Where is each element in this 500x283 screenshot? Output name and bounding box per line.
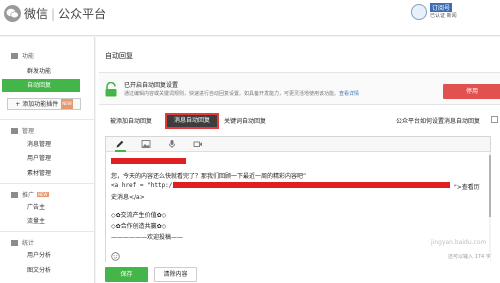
new-badge: NEW bbox=[37, 192, 49, 197]
auto-reply-status-box: 已开启自动回复设置 通过编辑内容或关键词规则，快速进行自动回复设置。如具备开发能… bbox=[99, 72, 500, 105]
sidebar-item-materials[interactable]: 素材管理 bbox=[0, 167, 94, 180]
tab-added-reply[interactable]: 被添加自动回复 bbox=[110, 116, 152, 125]
image-icon[interactable] bbox=[141, 139, 152, 150]
stop-button[interactable]: 停用 bbox=[443, 84, 500, 99]
sidebar-item-user-analysis[interactable]: 用户分析 bbox=[0, 249, 94, 262]
account-avatar[interactable] bbox=[411, 4, 427, 20]
product-name: 公众平台 bbox=[58, 7, 107, 21]
main-panel: 自动回复 已开启自动回复设置 通过编辑内容或关键词规则，快速进行自动回复设置。如… bbox=[96, 37, 500, 283]
sidebar-item-article-analysis[interactable]: 图文分析 bbox=[0, 264, 94, 277]
add-plugin-button[interactable]: + 添加功能插件 NEW bbox=[7, 98, 81, 110]
sidebar-item-auto-reply[interactable]: 自动回复 bbox=[2, 79, 80, 92]
sidebar-group-label: 管理 bbox=[22, 128, 35, 135]
editor-footer: 还可以输入 174 字 bbox=[106, 252, 491, 262]
sidebar-group-label: 功能 bbox=[22, 53, 35, 60]
sidebar-item-mass-send[interactable]: 群发功能 bbox=[0, 65, 94, 78]
brand-name: 微信 bbox=[24, 7, 49, 21]
promote-icon bbox=[11, 192, 18, 198]
sidebar-divider bbox=[0, 119, 94, 120]
sidebar-item-label: 广告主 bbox=[27, 204, 46, 211]
redaction-bar bbox=[111, 158, 186, 164]
sidebar: 功能 群发功能 自动回复 + 添加功能插件 NEW 管理 消息管理 用户管理 素材… bbox=[0, 37, 95, 283]
help-icon[interactable] bbox=[491, 116, 498, 123]
editor-line: ">查看历 bbox=[454, 184, 480, 191]
editor-line: 史消息</a> bbox=[111, 194, 145, 201]
watermark: jingyan.baidu.com bbox=[431, 239, 487, 246]
sidebar-divider bbox=[0, 231, 94, 232]
manage-icon bbox=[11, 128, 18, 134]
sidebar-group-manage: 管理 bbox=[11, 126, 34, 135]
editor-line-code: <a href = "http:// bbox=[111, 182, 177, 189]
sidebar-item-label: 图文分析 bbox=[27, 267, 52, 274]
sidebar-item-label: 群发功能 bbox=[27, 68, 52, 75]
sidebar-item-label: 素材管理 bbox=[27, 170, 52, 177]
account-status: 已认证 新闻 bbox=[430, 13, 457, 19]
emoji-icon[interactable] bbox=[111, 252, 120, 261]
top-header: 微信 | 公众平台 订阅号 已认证 新闻 bbox=[0, 0, 500, 36]
features-icon bbox=[11, 53, 18, 59]
lock-open-icon bbox=[105, 82, 117, 97]
wechat-logo-icon[interactable] bbox=[4, 5, 21, 22]
clear-content-button[interactable]: 清除内容 bbox=[154, 267, 197, 282]
status-description-text: 通过编辑内容或关键词规则，快速进行自动回复设置。如具备开发能力，可更灵活地使用该… bbox=[124, 91, 340, 97]
editor-line: ——————欢迎投稿—— bbox=[111, 234, 184, 241]
sidebar-group-label: 统计 bbox=[22, 240, 35, 247]
sidebar-item-label: 自动回复 bbox=[27, 82, 52, 89]
tab-message-reply[interactable]: 消息自动回复 bbox=[165, 113, 220, 129]
sidebar-item-messages[interactable]: 消息管理 bbox=[0, 138, 94, 151]
sidebar-group-promote: 推广 NEW bbox=[11, 190, 49, 199]
char-count: 还可以输入 174 字 bbox=[448, 254, 491, 260]
pen-icon[interactable] bbox=[115, 139, 126, 152]
help-link[interactable]: 公众平台如何设置消息自动回复 bbox=[396, 116, 480, 125]
brand-separator: | bbox=[51, 7, 56, 21]
sidebar-item-publisher[interactable]: 流量主 bbox=[0, 215, 94, 228]
video-icon[interactable] bbox=[193, 139, 204, 150]
voice-icon[interactable] bbox=[167, 139, 178, 150]
statistics-icon bbox=[11, 240, 18, 246]
sidebar-group-label: 推广 bbox=[22, 192, 35, 199]
redaction-bar bbox=[173, 182, 450, 188]
status-description: 通过编辑内容或关键词规则，快速进行自动回复设置。如具备开发能力，可更灵活地使用该… bbox=[124, 90, 359, 97]
editor-line: <a href = "http:// bbox=[111, 182, 176, 189]
editor-line: ◇✿合作创造共赢✿◇ bbox=[111, 223, 167, 230]
editor-line: 您，今天的内容还么快就看完了？那我们回顾一下最近一周的精彩内容吧” bbox=[111, 173, 307, 180]
sidebar-group-features: 功能 bbox=[11, 51, 34, 60]
editor-line: ◇✿交流产生价值✿◇ bbox=[111, 212, 167, 219]
save-button[interactable]: 保存 bbox=[105, 267, 148, 282]
page-title: 自动回复 bbox=[105, 52, 133, 60]
reply-tabs: 被添加自动回复 消息自动回复 关键词自动回复 公众平台如何设置消息自动回复 bbox=[99, 113, 500, 129]
status-title: 已开启自动回复设置 bbox=[124, 82, 179, 89]
sidebar-item-users[interactable]: 用户管理 bbox=[0, 152, 94, 165]
editor-toolbar bbox=[106, 137, 490, 152]
tab-keyword-reply[interactable]: 关键词自动回复 bbox=[224, 116, 266, 125]
sidebar-divider bbox=[0, 183, 94, 184]
sidebar-item-advertiser[interactable]: 广告主 bbox=[0, 201, 94, 214]
sidebar-item-label: 消息管理 bbox=[27, 141, 52, 148]
add-plugin-label: + 添加功能插件 bbox=[15, 101, 59, 108]
editor-scrollbar-thumb[interactable] bbox=[489, 155, 491, 217]
platform-brand: 微信 | 公众平台 bbox=[24, 5, 106, 22]
new-badge: NEW bbox=[61, 99, 73, 109]
sidebar-item-label: 流量主 bbox=[27, 218, 46, 225]
details-link[interactable]: 查看详情 bbox=[339, 91, 359, 97]
account-name[interactable]: 订阅号 bbox=[430, 3, 453, 12]
sidebar-item-label: 用户分析 bbox=[27, 252, 52, 259]
sidebar-group-statistics: 统计 bbox=[11, 238, 34, 247]
sidebar-item-label: 用户管理 bbox=[27, 155, 52, 162]
